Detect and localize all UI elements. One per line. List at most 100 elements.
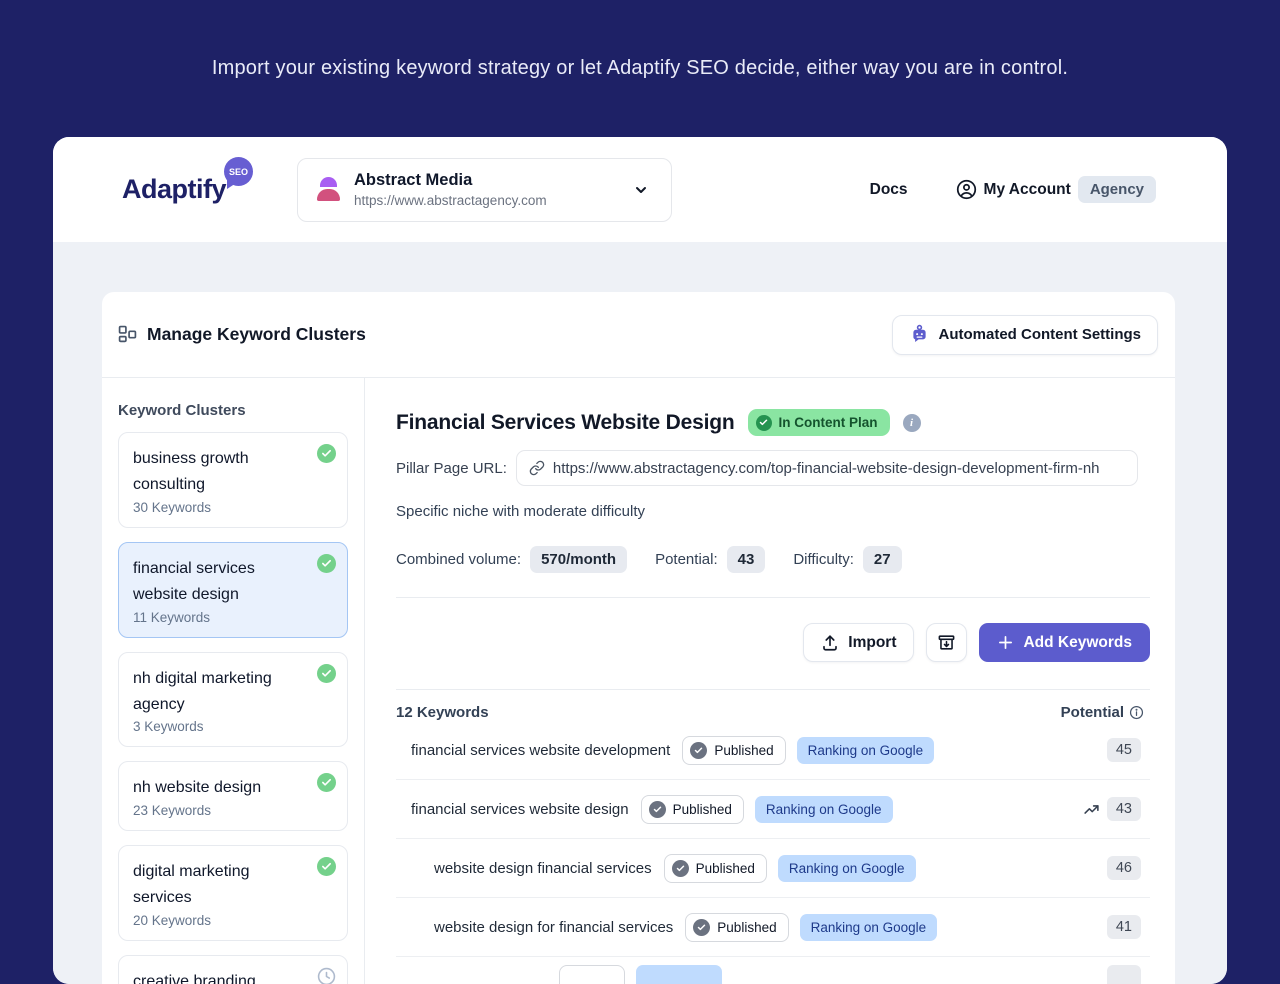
cluster-card-creative-branding-services[interactable]: creative branding services <box>118 955 348 984</box>
clusters-sidebar: Keyword Clusters business growth consult… <box>102 378 365 984</box>
cluster-card-financial-services-website-design[interactable]: financial services website design 11 Key… <box>118 541 348 638</box>
potential-value: 43 <box>726 546 766 573</box>
keywords-list-header: 12 Keywords Potential <box>396 704 1150 721</box>
info-icon[interactable]: i <box>902 413 921 432</box>
check-circle-icon <box>317 553 336 573</box>
pillar-url-value: https://www.abstractagency.com/top-finan… <box>552 459 1100 477</box>
add-keywords-button[interactable]: Add Keywords <box>979 623 1150 662</box>
sidebar-heading: Keyword Clusters <box>118 402 246 419</box>
add-keywords-label: Add Keywords <box>1023 633 1132 651</box>
cluster-name: nh digital marketing agency <box>133 669 272 713</box>
agency-badge[interactable]: Agency <box>1077 176 1156 203</box>
cluster-count: 3 Keywords <box>133 719 204 735</box>
panel-title: Manage Keyword Clusters <box>147 324 366 344</box>
potential-label: Potential: <box>655 551 718 568</box>
cluster-card-digital-marketing-services[interactable]: digital marketing services 20 Keywords <box>118 845 348 942</box>
keywords-toolbar: Import Add Keywords <box>396 623 1150 662</box>
workspace-avatar <box>316 177 341 202</box>
ranking-badge: Ranking on Google <box>796 736 935 764</box>
potential-score: 41 <box>1106 915 1141 939</box>
check-circle-icon <box>648 800 666 818</box>
cluster-card-business-growth-consulting[interactable]: business growth consulting 30 Keywords <box>118 432 348 528</box>
published-badge: Published <box>663 853 767 883</box>
my-account-label: My Account <box>983 180 1071 198</box>
ranking-badge <box>636 965 722 984</box>
app-window: Adaptify SEO Abstract Media https://www.… <box>53 137 1227 984</box>
settings-button-label: Automated Content Settings <box>938 326 1142 343</box>
automated-content-settings-button[interactable]: Automated Content Settings <box>891 314 1158 355</box>
divider <box>396 597 1150 598</box>
check-circle-icon <box>690 741 708 759</box>
cluster-card-nh-digital-marketing-agency[interactable]: nh digital marketing agency 3 Keywords <box>118 651 348 748</box>
potential-score: 45 <box>1106 738 1141 762</box>
cluster-detail: Financial Services Website Design In Con… <box>365 378 1175 984</box>
keyword-name: financial services website design <box>411 800 629 818</box>
docs-link[interactable]: Docs <box>870 181 908 199</box>
keyword-row[interactable]: website design for financial services Pu… <box>396 898 1150 957</box>
logo-text: Adaptify <box>122 174 227 204</box>
check-circle-icon <box>755 414 772 431</box>
keyword-name: website design for financial services <box>434 918 674 936</box>
difficulty-value: 27 <box>862 546 902 573</box>
published-label: Published <box>714 742 774 758</box>
my-account-menu[interactable]: My Account <box>956 179 1071 200</box>
volume-label: Combined volume: <box>396 551 522 568</box>
potential-score <box>1107 965 1141 984</box>
difficulty-label: Difficulty: <box>793 551 854 568</box>
in-content-plan-badge: In Content Plan <box>747 409 890 436</box>
check-circle-icon <box>693 918 711 936</box>
import-button[interactable]: Import <box>803 623 915 662</box>
keyword-name: website design financial services <box>434 859 652 877</box>
archive-button[interactable] <box>926 623 968 662</box>
ranking-badge: Ranking on Google <box>799 913 938 941</box>
check-circle-icon <box>317 857 336 877</box>
content-section: Manage Keyword Clusters Automated Conten… <box>53 242 1227 984</box>
workspace-name: Abstract Media <box>354 171 473 189</box>
published-badge: Published <box>640 794 744 824</box>
keyword-row-partial[interactable] <box>396 957 1150 984</box>
published-label: Published <box>717 919 777 935</box>
cluster-name: business growth consulting <box>133 450 249 493</box>
cluster-name: digital marketing services <box>133 863 250 907</box>
clock-icon <box>317 967 336 984</box>
keyword-row[interactable]: financial services website development P… <box>396 721 1150 780</box>
import-button-label: Import <box>848 633 897 651</box>
keyword-name: financial services website development <box>411 741 671 759</box>
cluster-name: nh website design <box>133 779 262 797</box>
workspace-selector[interactable]: Abstract Media https://www.abstractagenc… <box>297 157 672 222</box>
app-header: Adaptify SEO Abstract Media https://www.… <box>53 137 1227 242</box>
user-circle-icon <box>956 179 977 200</box>
banner-text: Import your existing keyword strategy or… <box>211 57 1069 79</box>
archive-box-icon <box>937 633 956 652</box>
potential-score: 46 <box>1106 856 1141 880</box>
published-label: Published <box>672 801 732 817</box>
ranking-badge: Ranking on Google <box>777 854 916 882</box>
keyword-clusters-panel: Manage Keyword Clusters Automated Conten… <box>102 292 1175 984</box>
cluster-name: creative branding services <box>133 973 256 984</box>
potential-score: 43 <box>1106 797 1141 821</box>
published-badge: Published <box>682 735 786 765</box>
keyword-row[interactable]: website design financial services Publis… <box>396 839 1150 898</box>
keywords-count: 12 Keywords <box>396 704 489 721</box>
cluster-count: 11 Keywords <box>133 609 211 625</box>
plus-icon <box>997 634 1014 651</box>
adaptify-logo: Adaptify SEO <box>122 157 253 205</box>
info-outline-icon[interactable] <box>1129 705 1144 720</box>
layout-grid-icon <box>118 325 137 344</box>
cluster-stats: Combined volume: 570/month Potential: 43… <box>396 546 1150 573</box>
pillar-url-input[interactable]: https://www.abstractagency.com/top-finan… <box>515 450 1138 486</box>
cluster-description: Specific niche with moderate difficulty <box>396 503 646 520</box>
keyword-row[interactable]: financial services website design Publis… <box>396 780 1150 839</box>
cluster-card-nh-website-design[interactable]: nh website design 23 Keywords <box>118 761 348 832</box>
divider <box>396 689 1150 690</box>
cluster-count: 20 Keywords <box>133 913 212 929</box>
trend-up-icon <box>1083 801 1100 818</box>
volume-value: 570/month <box>530 546 628 573</box>
cluster-name: financial services website design <box>133 559 255 603</box>
published-badge <box>559 965 625 984</box>
check-circle-icon <box>317 663 336 683</box>
top-banner: Import your existing keyword strategy or… <box>0 0 1280 137</box>
check-circle-icon <box>671 859 689 877</box>
ranking-badge: Ranking on Google <box>754 795 893 823</box>
seo-bubble-icon: SEO <box>224 157 253 186</box>
